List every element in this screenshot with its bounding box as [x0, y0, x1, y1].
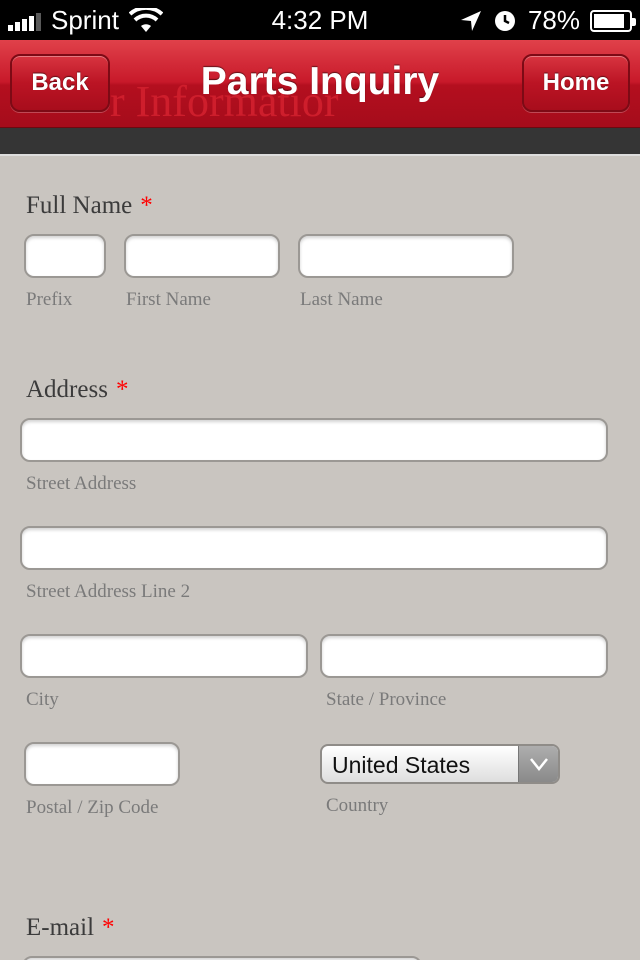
first-name-input[interactable] [124, 234, 280, 278]
prefix-sublabel: Prefix [26, 289, 73, 310]
back-button[interactable]: Back [10, 54, 110, 112]
last-name-input[interactable] [298, 234, 514, 278]
postal-code-sublabel: Postal / Zip Code [26, 797, 159, 818]
status-bar: Sprint 4:32 PM 78% [0, 0, 640, 40]
home-button[interactable]: Home [522, 54, 630, 112]
state-province-sublabel: State / Province [326, 689, 447, 710]
address-label-text: Address [26, 376, 108, 403]
first-name-sublabel: First Name [126, 289, 211, 310]
city-sublabel: City [26, 689, 59, 710]
full-name-label-text: Full Name [26, 192, 133, 219]
email-label: E-mail * [26, 914, 115, 942]
location-icon [460, 10, 481, 31]
prefix-input[interactable] [24, 234, 106, 278]
postal-code-input[interactable] [24, 742, 180, 786]
state-province-input[interactable] [320, 634, 608, 678]
email-label-text: E-mail [26, 914, 95, 941]
inquiry-form: Full Name * Prefix First Name Last Name A… [0, 158, 640, 960]
country-sublabel: Country [326, 795, 389, 816]
country-selected-value: United States [332, 752, 471, 778]
street-address-line2-input[interactable] [20, 526, 608, 570]
battery-icon [590, 9, 636, 32]
full-name-label: Full Name * [26, 192, 153, 220]
address-label: Address * [26, 376, 128, 404]
city-input[interactable] [20, 634, 308, 678]
country-select[interactable]: United States [320, 744, 560, 784]
street-address-input[interactable] [20, 418, 608, 462]
last-name-sublabel: Last Name [300, 289, 383, 310]
nav-bar: r Informatior Parts Inquiry Back Home [0, 40, 640, 128]
required-asterisk: * [115, 376, 129, 403]
battery-percent: 78% [527, 5, 580, 35]
required-asterisk: * [140, 192, 153, 219]
header-divider [0, 128, 640, 156]
email-input[interactable] [22, 956, 422, 960]
required-asterisk: * [102, 914, 115, 941]
street-address-sublabel: Street Address [26, 473, 137, 494]
clock-icon [494, 10, 515, 31]
chevron-down-icon [518, 746, 558, 782]
street-address-line2-sublabel: Street Address Line 2 [26, 581, 191, 602]
